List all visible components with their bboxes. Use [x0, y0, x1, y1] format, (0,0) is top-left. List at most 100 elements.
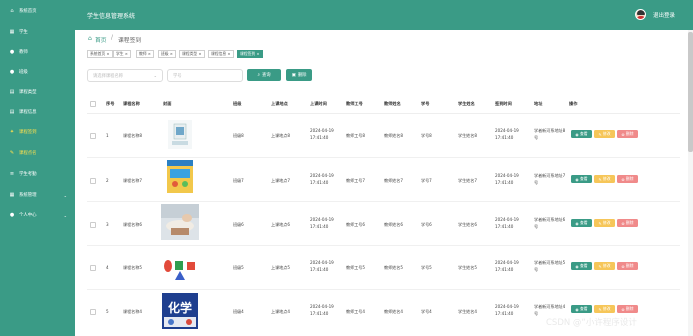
watermark: CSDN @“小许程序设计 — [546, 318, 637, 328]
sidebar-item-classes[interactable]: ● 班级 — [0, 67, 75, 77]
view-button[interactable]: ◉ 查看 — [571, 305, 592, 313]
bars-icon: ≡ — [9, 171, 15, 177]
course-cover-image — [161, 204, 199, 240]
student-id-input[interactable]: 学号 — [167, 69, 243, 82]
row-checkbox[interactable] — [90, 309, 96, 315]
cell-teacher-id: 教师工号4 — [346, 309, 365, 314]
tab-home[interactable]: 系统首页 × — [87, 50, 113, 58]
view-label: 查看 — [579, 176, 588, 181]
sidebar-item-course-checkin[interactable]: ✦ 课程签到 — [0, 127, 75, 137]
tab-teachers[interactable]: 教师 × — [136, 50, 154, 58]
sidebar-item-course-types[interactable]: ▤ 课程类型 — [0, 87, 75, 97]
logout-button[interactable]: 退出登录 — [653, 11, 675, 19]
th-course: 课程名称 — [123, 101, 140, 106]
th-time: 上课时间 — [310, 101, 327, 106]
sidebar-item-profile[interactable]: ● 个人中心 ⌄ — [0, 210, 75, 220]
cell-teacher-name: 教师姓名4 — [384, 309, 403, 314]
batch-delete-button[interactable]: ▣ 删除 — [286, 69, 312, 81]
cell-checkin: 2024-04-19 17:41:40 — [495, 304, 519, 316]
delete-button[interactable]: ⊗ 删除 — [617, 305, 638, 313]
cell-teacher-id: 教师工号8 — [346, 133, 365, 138]
th-address: 地址 — [534, 101, 543, 106]
delete-button[interactable]: ⊗ 删除 — [617, 130, 638, 138]
cell-teacher-id: 教师工号7 — [346, 178, 365, 183]
th-student-id: 学号 — [421, 101, 430, 106]
trash-icon: ⊗ — [621, 263, 625, 269]
edit-icon: ✎ — [598, 306, 602, 312]
grid-icon: ▦ — [9, 29, 15, 35]
eye-icon: ◉ — [575, 263, 579, 269]
search-button[interactable]: ⌕ 查询 — [247, 69, 281, 81]
cell-student-id: 学号7 — [421, 178, 432, 183]
course-name-select[interactable]: 请选择课程名称 ⌄ — [87, 69, 163, 82]
edit-button[interactable]: ✎ 修改 — [594, 305, 615, 313]
trash-icon: ⊗ — [621, 131, 625, 137]
view-label: 查看 — [579, 131, 588, 136]
delete-button[interactable]: ⊗ 删除 — [617, 175, 638, 183]
view-button[interactable]: ◉ 查看 — [571, 262, 592, 270]
tab-course-checkin[interactable]: 课程签到 × — [237, 50, 263, 58]
tab-students[interactable]: 学生 × — [113, 50, 131, 58]
sidebar-item-label: 个人中心 — [19, 213, 37, 218]
avatar[interactable] — [635, 9, 646, 20]
row-checkbox[interactable] — [90, 222, 96, 228]
trash-icon: ⊗ — [621, 220, 625, 226]
cell-no: 5 — [106, 309, 109, 314]
sidebar-item-course-rollcall[interactable]: ✎ 课程点名 — [0, 148, 75, 158]
select-all-checkbox[interactable] — [90, 101, 96, 107]
breadcrumb-home[interactable]: 首页 — [95, 35, 107, 44]
row-divider — [87, 201, 680, 202]
edit-label: 修改 — [602, 131, 611, 136]
cell-address: 学者新河系地址6号 — [534, 217, 566, 229]
tab-course-types[interactable]: 课程类型 × — [179, 50, 205, 58]
edit-label: 修改 — [602, 220, 611, 225]
delete-button[interactable]: ⊗ 删除 — [617, 219, 638, 227]
delete-button[interactable]: ⊗ 删除 — [617, 262, 638, 270]
sidebar-item-teachers[interactable]: ● 教师 — [0, 47, 75, 57]
row-divider — [87, 245, 680, 246]
sidebar-item-home[interactable]: ⌂ 系统首页 — [0, 6, 75, 16]
row-checkbox[interactable] — [90, 133, 96, 139]
cell-teacher-id: 教师工号5 — [346, 265, 365, 270]
cell-class: 班级4 — [233, 309, 244, 314]
sidebar-item-label: 课程点名 — [19, 151, 37, 156]
delete-label: 删除 — [625, 220, 634, 225]
home-icon: ⌂ — [10, 8, 14, 14]
cell-no: 4 — [106, 265, 109, 270]
edit-button[interactable]: ✎ 修改 — [594, 219, 615, 227]
eye-icon: ◉ — [575, 176, 579, 182]
row-checkbox[interactable] — [90, 265, 96, 271]
sidebar-item-label: 学生考勤 — [19, 172, 37, 177]
row-checkbox[interactable] — [90, 178, 96, 184]
batch-delete-label: 删除 — [297, 73, 307, 78]
sidebar-item-attendance[interactable]: ≡ 学生考勤 — [0, 169, 75, 179]
sidebar-item-label: 课程签到 — [19, 130, 37, 135]
cover-text: 化学 — [168, 300, 192, 315]
cell-student-name: 学生姓名4 — [458, 309, 477, 314]
tab-classes[interactable]: 班级 × — [158, 50, 176, 58]
edit-button[interactable]: ✎ 修改 — [594, 130, 615, 138]
sidebar-item-course-info[interactable]: ▤ 课程信息 — [0, 107, 75, 117]
view-button[interactable]: ◉ 查看 — [571, 219, 592, 227]
sidebar-item-label: 学生 — [19, 30, 28, 35]
tab-course-info[interactable]: 课程信息 × — [208, 50, 234, 58]
scrollbar-thumb[interactable] — [688, 32, 693, 152]
sidebar-item-students[interactable]: ▦ 学生 — [0, 27, 75, 37]
cell-time: 2024-04-19 17:41:40 — [310, 128, 334, 140]
th-cover: 封面 — [163, 101, 172, 106]
cell-address: 学者新河系地址5号 — [534, 260, 566, 272]
edit-button[interactable]: ✎ 修改 — [594, 175, 615, 183]
edit-icon: ✎ — [598, 176, 602, 182]
cell-no: 3 — [106, 222, 109, 227]
th-checkin: 签到时间 — [495, 101, 512, 106]
edit-button[interactable]: ✎ 修改 — [594, 262, 615, 270]
cell-course: 课程名称7 — [123, 178, 142, 183]
view-button[interactable]: ◉ 查看 — [571, 130, 592, 138]
sidebar-item-system[interactable]: ▦ 系统管理 ⌄ — [0, 190, 75, 200]
eye-icon: ◉ — [575, 306, 579, 312]
view-button[interactable]: ◉ 查看 — [571, 175, 592, 183]
cell-course: 课程名称5 — [123, 265, 142, 270]
pencil-icon: ✎ — [9, 150, 15, 156]
delete-label: 删除 — [625, 176, 634, 181]
view-label: 查看 — [579, 263, 588, 268]
